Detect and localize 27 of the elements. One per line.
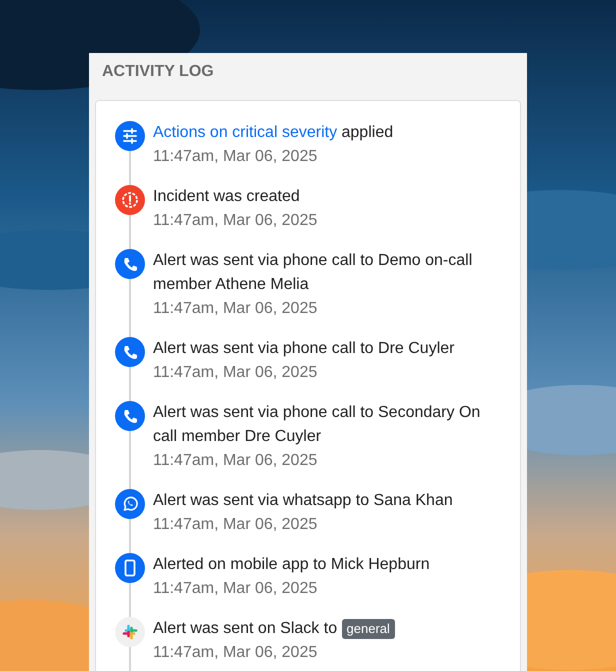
timestamp: 11:47am, Mar 06, 2025 <box>153 147 318 167</box>
activity-message: Alert was sent via phone call to Dre Cuyler <box>153 339 456 359</box>
phone-icon <box>115 249 145 279</box>
activity-message: Alert was sent via phone call to Demo on-call member Athene Melia <box>153 251 474 295</box>
phone-device-icon <box>115 553 145 583</box>
warning-icon <box>115 185 145 215</box>
phone-icon <box>115 401 145 431</box>
chat-bubble-icon <box>115 489 145 519</box>
activity-message: Incident was created <box>153 187 301 207</box>
timestamp: 11:47am, Mar 06, 2025 <box>153 363 318 383</box>
timestamp: 11:47am, Mar 06, 2025 <box>153 451 318 471</box>
activity-message: Alerted on mobile app to Mick Hepburn <box>153 555 431 575</box>
activity-message: Alert was sent on Slack to general <box>153 617 500 641</box>
activity-message: Alert was sent via phone call to Secondary On call member Dre Cuyler <box>153 403 482 447</box>
timestamp: 11:47am, Mar 06, 2025 <box>153 643 318 663</box>
timestamp: 11:47am, Mar 06, 2025 <box>153 211 318 231</box>
activity-message: Alert was sent via whatsapp to Sana Khan <box>153 491 454 511</box>
activity-message: Actions on critical severity applied <box>153 123 394 143</box>
panel-title: ACTIVITY LOG <box>101 62 215 82</box>
hash-icon <box>115 617 145 647</box>
sliders-icon <box>115 121 145 151</box>
timestamp: 11:47am, Mar 06, 2025 <box>153 299 318 319</box>
channel-tag: general <box>342 619 395 639</box>
timestamp: 11:47am, Mar 06, 2025 <box>153 515 318 535</box>
severity-link[interactable]: Actions on critical severity <box>153 124 338 141</box>
timestamp: 11:47am, Mar 06, 2025 <box>153 579 318 599</box>
phone-icon <box>115 337 145 367</box>
